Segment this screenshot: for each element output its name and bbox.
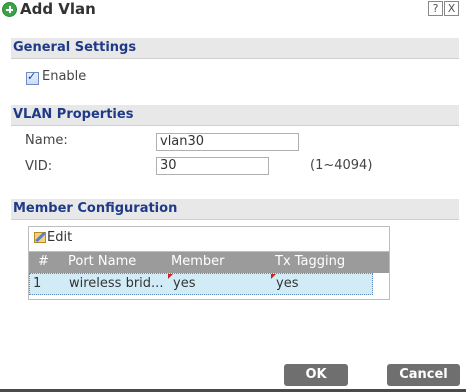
column-header-index[interactable]: # <box>38 254 49 269</box>
cell-port-name: wireless brid... <box>69 276 164 291</box>
help-button[interactable]: ? <box>428 1 443 16</box>
edit-button[interactable]: Edit <box>47 230 72 245</box>
close-button[interactable]: X <box>444 1 459 16</box>
general-settings-section: General Settings <box>11 38 459 59</box>
table-header: # Port Name Member Tx Tagging <box>29 252 389 273</box>
cell-index: 1 <box>33 276 42 291</box>
ok-button[interactable]: OK <box>284 364 348 386</box>
vlan-properties-section: VLAN Properties <box>11 105 459 126</box>
column-header-member[interactable]: Member <box>171 254 224 269</box>
edit-icon[interactable] <box>34 232 46 243</box>
name-label: Name: <box>25 133 68 148</box>
section-title: Member Configuration <box>13 201 178 216</box>
vid-range-hint: (1~4094) <box>310 158 373 173</box>
vid-label: VID: <box>25 159 53 174</box>
cell-member[interactable]: yes <box>173 276 195 291</box>
column-header-tx-tagging[interactable]: Tx Tagging <box>275 254 345 269</box>
add-icon <box>2 2 17 17</box>
cell-tx-tagging[interactable]: yes <box>276 276 298 291</box>
cancel-button[interactable]: Cancel <box>387 364 460 386</box>
title-bar: Add Vlan ? X <box>0 0 466 22</box>
column-header-port-name[interactable]: Port Name <box>68 254 136 269</box>
name-field[interactable]: vlan30 <box>156 133 299 151</box>
member-table: Edit # Port Name Member Tx Tagging 1 wir… <box>28 226 390 300</box>
enable-checkbox[interactable] <box>26 70 39 85</box>
table-row[interactable]: 1 wireless brid... yes yes <box>29 273 373 295</box>
enable-label: Enable <box>42 69 87 84</box>
member-configuration-section: Member Configuration <box>11 199 459 220</box>
dialog-title: Add Vlan <box>20 0 96 18</box>
vid-field[interactable]: 30 <box>156 157 269 175</box>
section-title: General Settings <box>13 40 137 55</box>
section-title: VLAN Properties <box>13 107 134 122</box>
table-toolbar: Edit <box>29 227 389 252</box>
